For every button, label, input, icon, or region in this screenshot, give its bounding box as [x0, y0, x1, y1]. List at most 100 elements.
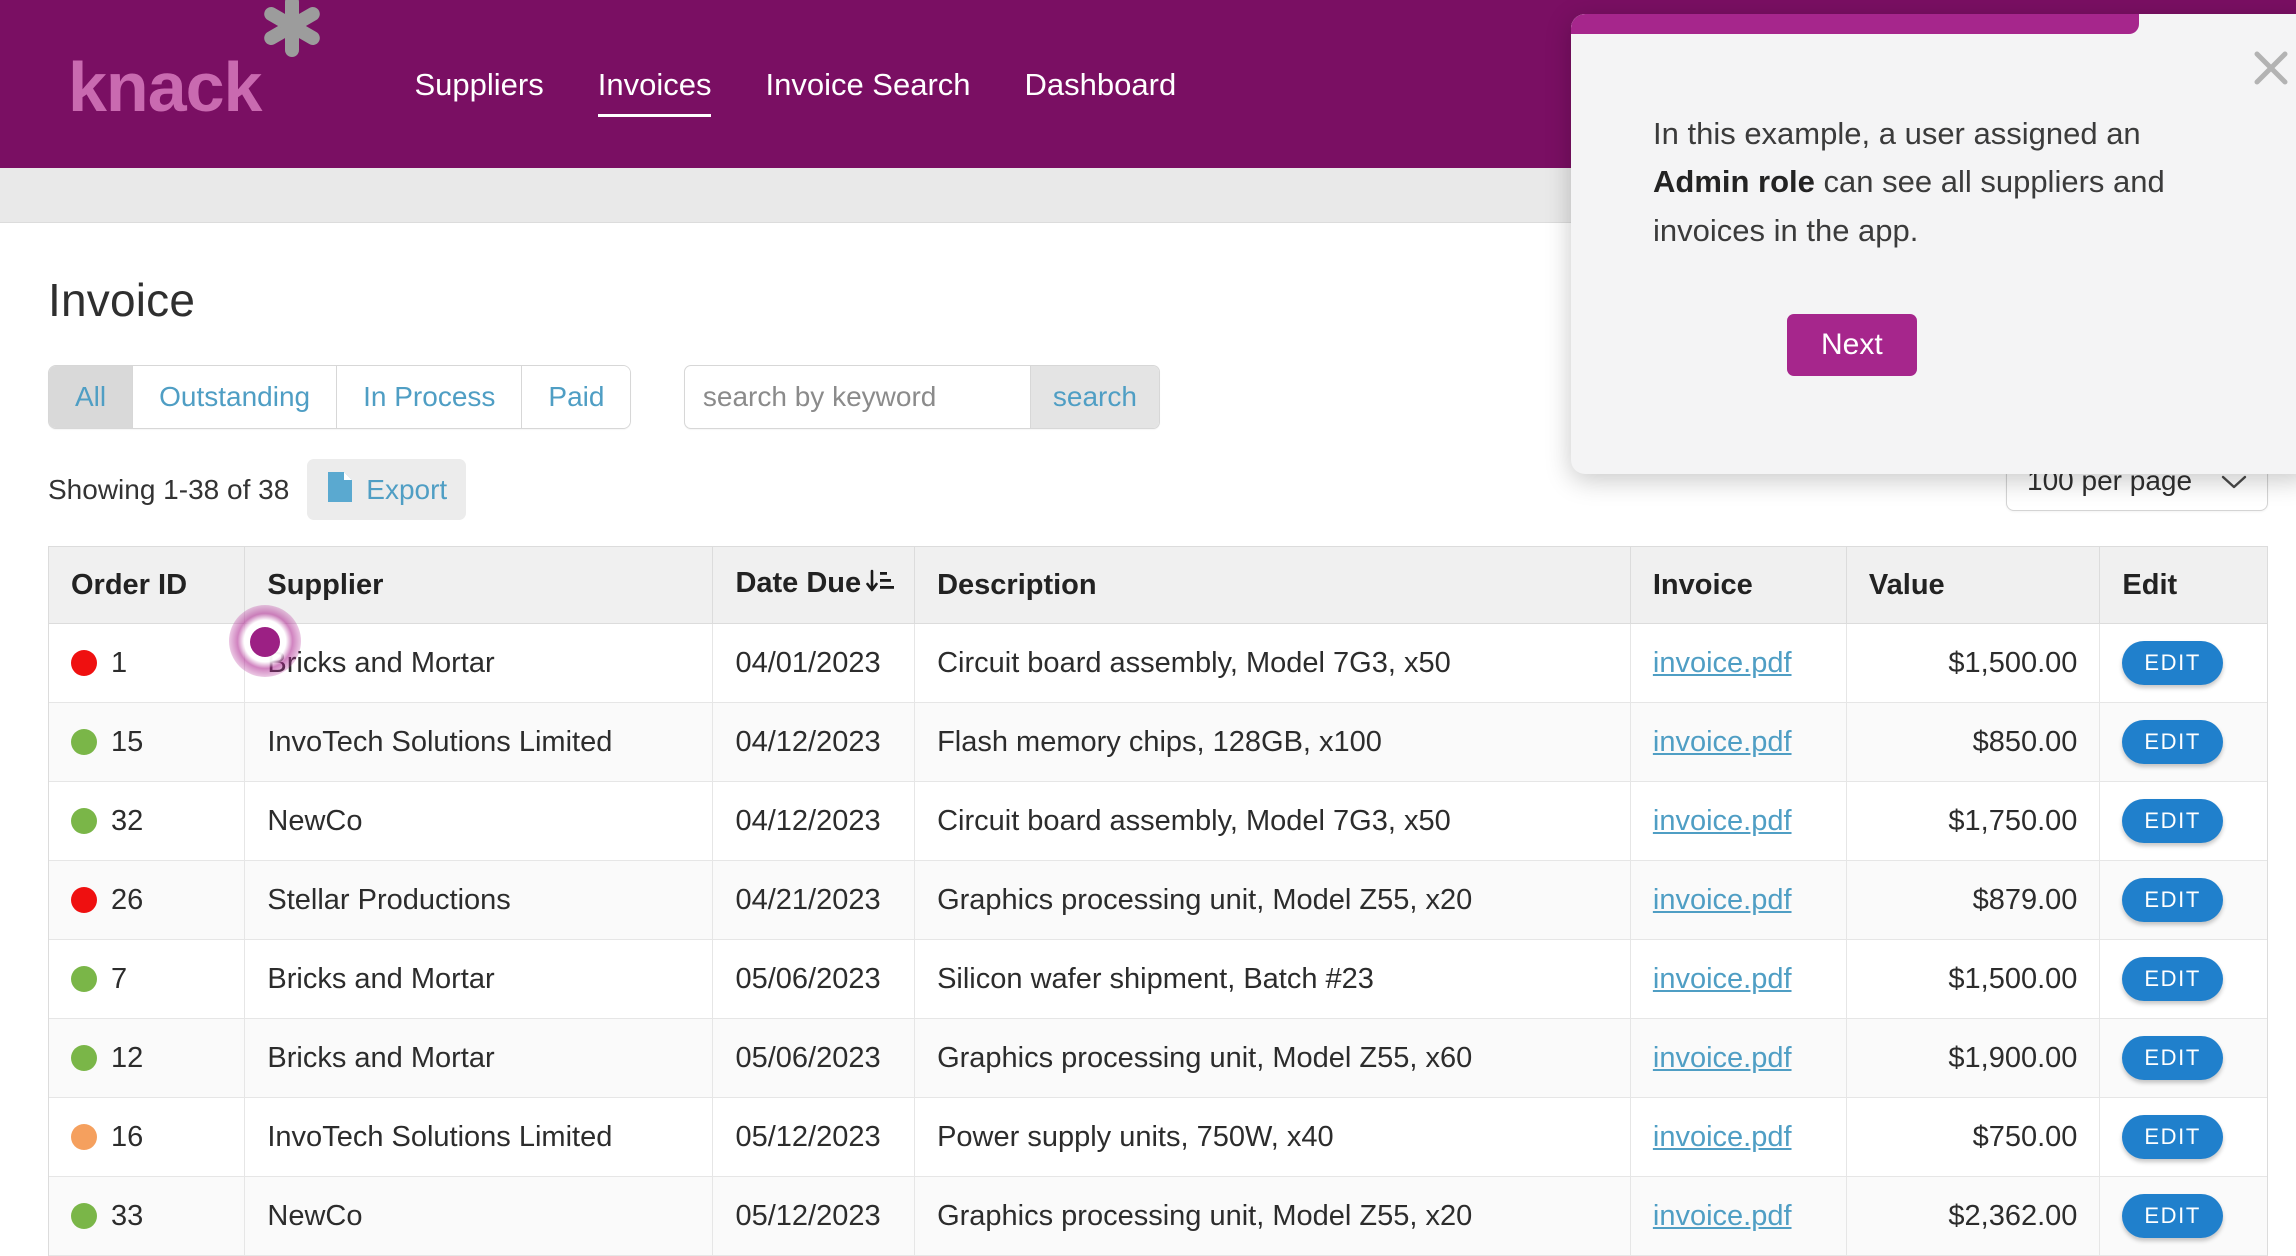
tour-progress-bar	[1571, 14, 2139, 34]
edit-button[interactable]: EDIT	[2122, 957, 2223, 1001]
invoice-link[interactable]: invoice.pdf	[1653, 726, 1792, 758]
cell-invoice: invoice.pdf	[1630, 1176, 1847, 1256]
table-row[interactable]: 32 NewCo 04/12/2023 Circuit board assembly,…	[49, 781, 2267, 861]
edit-button[interactable]: EDIT	[2122, 641, 2223, 685]
cell-date-due: 04/01/2023	[712, 623, 916, 703]
close-icon[interactable]	[2245, 42, 2296, 94]
cell-supplier: NewCo	[244, 781, 714, 861]
invoice-table: Order ID Supplier Date Due Description I…	[49, 547, 2267, 1256]
cell-edit: EDIT	[2099, 623, 2267, 703]
invoice-link[interactable]: invoice.pdf	[1653, 884, 1792, 916]
cell-invoice: invoice.pdf	[1630, 1018, 1847, 1098]
sort-ascending-icon[interactable]	[865, 569, 895, 603]
invoice-link[interactable]: invoice.pdf	[1653, 1042, 1792, 1074]
cell-description: Graphics processing unit, Model Z55, x20	[914, 860, 1631, 940]
order-id-value: 12	[111, 1041, 144, 1074]
edit-button[interactable]: EDIT	[2122, 799, 2223, 843]
cell-order-id: 1	[49, 623, 246, 703]
cell-supplier: InvoTech Solutions Limited	[244, 1097, 714, 1177]
main-nav-links: Suppliers Invoices Invoice Search Dashbo…	[387, 0, 1203, 168]
table-row[interactable]: 26 Stellar Productions 04/21/2023 Graphics …	[49, 860, 2267, 940]
cell-value: $1,500.00	[1846, 623, 2101, 703]
export-button[interactable]: Export	[307, 459, 467, 520]
table-row[interactable]: 1 Bricks and Mortar 04/01/2023 Circuit boar…	[49, 623, 2267, 703]
search-input[interactable]	[684, 366, 1030, 428]
edit-button[interactable]: EDIT	[2122, 878, 2223, 922]
cell-supplier: Stellar Productions	[244, 860, 714, 940]
search-bar: search	[683, 365, 1160, 429]
tour-popup-text: In this example, a user assigned an Admi…	[1653, 110, 2223, 255]
column-header-description[interactable]: Description	[914, 547, 1631, 624]
cell-supplier: Bricks and Mortar	[244, 1018, 714, 1098]
invoice-link[interactable]: invoice.pdf	[1653, 963, 1792, 995]
nav-link-suppliers[interactable]: Suppliers	[387, 69, 570, 100]
edit-button[interactable]: EDIT	[2122, 1194, 2223, 1238]
asterisk-icon	[263, 0, 321, 111]
table-row[interactable]: 12 Bricks and Mortar 05/06/2023 Graphics pr…	[49, 1018, 2267, 1098]
filter-tab-group: All Outstanding In Process Paid	[48, 365, 632, 429]
column-header-value[interactable]: Value	[1846, 547, 2101, 624]
status-dot	[71, 1203, 97, 1229]
cell-date-due: 04/21/2023	[712, 860, 916, 940]
cell-order-id: 26	[49, 860, 246, 940]
cell-description: Flash memory chips, 128GB, x100	[914, 702, 1631, 782]
order-id-value: 16	[111, 1120, 144, 1153]
status-dot	[71, 650, 97, 676]
cell-date-due: 05/12/2023	[712, 1176, 916, 1256]
tab-paid[interactable]: Paid	[522, 366, 631, 428]
column-header-supplier[interactable]: Supplier	[244, 547, 714, 624]
cell-edit: EDIT	[2099, 702, 2267, 782]
cell-edit: EDIT	[2099, 1097, 2267, 1177]
cell-date-due: 04/12/2023	[712, 781, 916, 861]
column-header-order-id[interactable]: Order ID	[49, 547, 246, 624]
order-id-value: 15	[111, 725, 144, 758]
cell-value: $1,500.00	[1846, 939, 2101, 1019]
edit-button[interactable]: EDIT	[2122, 720, 2223, 764]
status-dot	[71, 887, 97, 913]
cell-description: Graphics processing unit, Model Z55, x20	[914, 1176, 1631, 1256]
tab-in-process[interactable]: In Process	[337, 366, 523, 428]
order-id-value: 1	[111, 646, 128, 679]
table-row[interactable]: 16 InvoTech Solutions Limited 05/12/2023 Po…	[49, 1097, 2267, 1177]
edit-button[interactable]: EDIT	[2122, 1115, 2223, 1159]
column-header-edit: Edit	[2099, 547, 2267, 624]
cell-description: Circuit board assembly, Model 7G3, x50	[914, 623, 1631, 703]
column-header-invoice[interactable]: Invoice	[1630, 547, 1847, 624]
invoice-link[interactable]: invoice.pdf	[1653, 647, 1792, 679]
nav-link-invoices[interactable]: Invoices	[571, 69, 739, 117]
logo-wordmark: knack	[68, 47, 262, 126]
document-icon	[326, 470, 354, 509]
column-header-date-due[interactable]: Date Due	[712, 547, 916, 624]
order-id-value: 32	[111, 804, 144, 837]
cell-date-due: 05/06/2023	[712, 1018, 916, 1098]
invoice-link[interactable]: invoice.pdf	[1653, 805, 1792, 837]
cell-value: $879.00	[1846, 860, 2101, 940]
cell-date-due: 04/12/2023	[712, 702, 916, 782]
cell-description: Graphics processing unit, Model Z55, x60	[914, 1018, 1631, 1098]
cell-order-id: 16	[49, 1097, 246, 1177]
cell-edit: EDIT	[2099, 1176, 2267, 1256]
tour-next-button[interactable]: Next	[1787, 314, 1917, 376]
cell-value: $750.00	[1846, 1097, 2101, 1177]
table-row[interactable]: 15 InvoTech Solutions Limited 04/12/2023 Fl…	[49, 702, 2267, 782]
invoice-table-container: Order ID Supplier Date Due Description I…	[48, 546, 2268, 1256]
search-button[interactable]: search	[1029, 366, 1159, 428]
table-row[interactable]: 33 NewCo 05/12/2023 Graphics processing uni…	[49, 1176, 2267, 1256]
cell-description: Silicon wafer shipment, Batch #23	[914, 939, 1631, 1019]
cell-invoice: invoice.pdf	[1630, 939, 1847, 1019]
nav-link-invoice-search[interactable]: Invoice Search	[738, 69, 997, 100]
status-dot	[71, 1124, 97, 1150]
cell-description: Circuit board assembly, Model 7G3, x50	[914, 781, 1631, 861]
nav-link-dashboard[interactable]: Dashboard	[998, 69, 1204, 100]
table-body: 1 Bricks and Mortar 04/01/2023 Circuit boar…	[49, 623, 2267, 1256]
tab-all[interactable]: All	[49, 366, 134, 428]
cell-supplier: InvoTech Solutions Limited	[244, 702, 714, 782]
edit-button[interactable]: EDIT	[2122, 1036, 2223, 1080]
table-row[interactable]: 7 Bricks and Mortar 05/06/2023 Silicon wafe…	[49, 939, 2267, 1019]
app-logo[interactable]: knack	[68, 0, 321, 126]
tour-text-part1: In this example, a user assigned an	[1653, 116, 2141, 151]
cell-edit: EDIT	[2099, 860, 2267, 940]
tab-outstanding[interactable]: Outstanding	[133, 366, 338, 428]
invoice-link[interactable]: invoice.pdf	[1653, 1200, 1792, 1232]
invoice-link[interactable]: invoice.pdf	[1653, 1121, 1792, 1153]
